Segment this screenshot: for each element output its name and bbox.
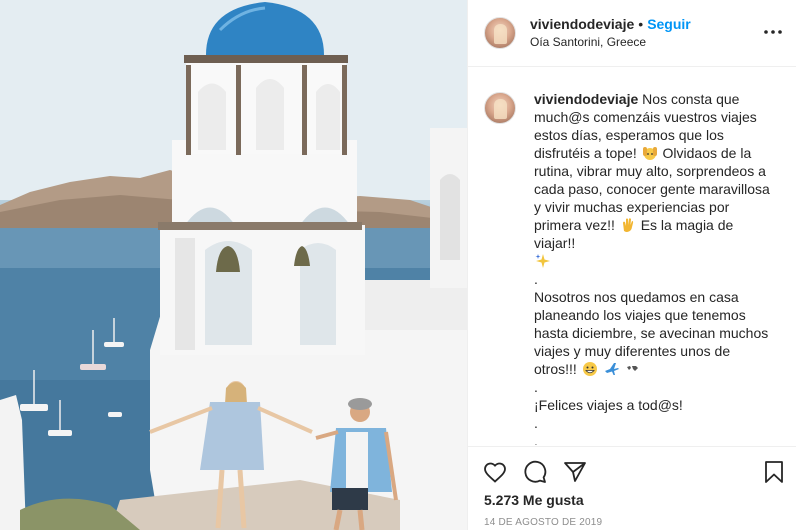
santorini-photo-illustration: [0, 0, 467, 530]
caption-line: .: [534, 271, 538, 287]
username-link[interactable]: viviendodeviaje: [530, 15, 634, 33]
post-actions: 5.273 Me gusta 14 DE AGOSTO DE 2019: [468, 446, 796, 530]
heart-icon[interactable]: [482, 459, 508, 485]
likes-count[interactable]: 5.273 Me gusta: [484, 492, 584, 508]
airplane-emoji-icon: [604, 363, 619, 375]
caption-line: .: [534, 415, 538, 431]
caption-line: Olvidaos de la: [662, 145, 752, 161]
caption-text: viviendodeviaje Nos consta que much@s co…: [534, 90, 778, 445]
instagram-post: viviendodeviaje • Seguir Oía Santorini, …: [0, 0, 796, 530]
caption-line: Nosotros nos quedamos en casa: [534, 289, 739, 305]
comments-area[interactable]: viviendodeviaje Nos consta que much@s co…: [468, 68, 796, 445]
caption-line: .: [534, 379, 538, 395]
post-date[interactable]: 14 DE AGOSTO DE 2019: [484, 517, 602, 528]
header-title-line: viviendodeviaje • Seguir: [530, 15, 691, 33]
more-options-icon[interactable]: [761, 22, 785, 42]
caption-line: ¡Felices viajes a tod@s!: [534, 397, 683, 413]
caption-comment: viviendodeviaje Nos consta que much@s co…: [468, 68, 796, 445]
post-sidebar: viviendodeviaje • Seguir Oía Santorini, …: [467, 0, 796, 530]
waving-hand-emoji-icon: [622, 218, 633, 232]
caption-line: estos días, esperamos que los: [534, 127, 724, 143]
caption-line: .: [534, 433, 538, 445]
post-photo[interactable]: [0, 0, 467, 530]
follow-button[interactable]: Seguir: [647, 15, 691, 33]
caption-username[interactable]: viviendodeviaje: [534, 91, 638, 107]
bookmark-icon[interactable]: [761, 459, 787, 485]
world-map-emoji-icon: [626, 365, 641, 373]
caption-line: cada paso, conocer gente maravillosa: [534, 181, 770, 197]
action-icons: [482, 459, 602, 485]
caption-line: y vivir muchas experiencias por: [534, 199, 730, 215]
avatar[interactable]: [484, 92, 516, 124]
comment-icon[interactable]: [522, 459, 548, 485]
avatar[interactable]: [484, 17, 516, 49]
caption-line: Nos consta que: [642, 91, 740, 107]
raising-hands-emoji-icon: [642, 147, 657, 160]
caption-line: planeando los viajes que tenemos: [534, 307, 746, 323]
caption-line: primera vez!!: [534, 217, 615, 233]
sparkles-emoji-icon: [535, 254, 550, 268]
caption-line: rutina, vibrar muy alto, sorprendeos a: [534, 163, 766, 179]
caption-line: otros!!!: [534, 361, 577, 377]
share-icon[interactable]: [562, 459, 588, 485]
grinning-face-emoji-icon: [582, 362, 597, 376]
caption-line: hasta diciembre, se avecinan muchos: [534, 325, 769, 341]
caption-line: viajes y muy diferentes unos de: [534, 343, 731, 359]
location-link[interactable]: Oía Santorini, Greece: [530, 33, 691, 51]
separator-dot: •: [638, 16, 644, 32]
post-header: viviendodeviaje • Seguir Oía Santorini, …: [468, 0, 796, 67]
header-info: viviendodeviaje • Seguir Oía Santorini, …: [530, 15, 691, 51]
caption-line: disfrutéis a tope!: [534, 145, 637, 161]
caption-line: much@s comenzáis vuestros viajes: [534, 109, 757, 125]
